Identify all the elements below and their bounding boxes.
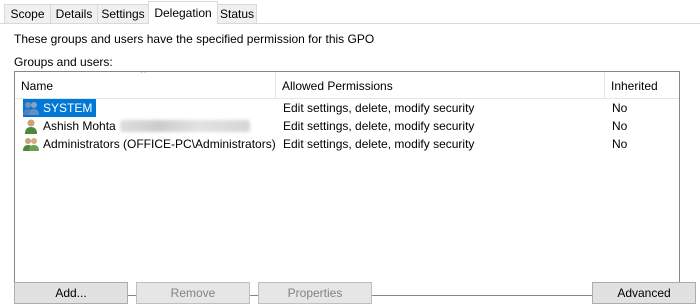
row-name: SYSTEM	[43, 101, 93, 115]
column-header-name[interactable]: Name	[15, 72, 275, 98]
group-icon	[23, 100, 39, 116]
tab-scope[interactable]: Scope	[4, 4, 51, 23]
tab-settings[interactable]: Settings	[97, 4, 149, 23]
column-header-permissions[interactable]: Allowed Permissions	[276, 72, 604, 98]
remove-button[interactable]: Remove	[136, 282, 250, 304]
column-header-inherited[interactable]: Inherited	[605, 72, 679, 98]
row-name: Ashish Mohta	[43, 119, 116, 133]
redacted-email	[119, 120, 250, 132]
name-cell: SYSTEM	[23, 99, 271, 117]
row-inherited: No	[612, 137, 628, 151]
user-icon	[23, 118, 39, 134]
groups-users-label: Groups and users:	[14, 55, 113, 69]
row-inherited: No	[612, 101, 628, 115]
list-row-administrators[interactable]: Administrators (OFFICE-PC\Administrators…	[15, 135, 679, 153]
list-row-system[interactable]: SYSTEM Edit settings, delete, modify sec…	[15, 99, 679, 117]
name-wrapper: Administrators (OFFICE-PC\Administrators…	[23, 135, 280, 153]
list-header: ^ Name Allowed Permissions Inherited	[15, 72, 679, 99]
tab-status[interactable]: Status	[217, 4, 257, 23]
tab-delegation[interactable]: Delegation	[148, 1, 218, 24]
properties-button[interactable]: Properties	[258, 282, 372, 304]
name-highlight: SYSTEM	[23, 99, 97, 117]
groups-users-list[interactable]: ^ Name Allowed Permissions Inherited SYS…	[14, 71, 680, 296]
tab-details[interactable]: Details	[50, 4, 98, 23]
row-inherited: No	[612, 119, 628, 133]
row-permissions: Edit settings, delete, modify security	[283, 137, 475, 151]
name-wrapper: Ashish Mohta	[23, 117, 254, 135]
group-icon	[23, 136, 39, 152]
tab-strip: Scope Details Settings Delegation Status	[0, 0, 700, 24]
list-row-ashish-mohta[interactable]: Ashish Mohta Edit settings, delete, modi…	[15, 117, 679, 135]
row-permissions: Edit settings, delete, modify security	[283, 101, 475, 115]
row-name: Administrators (OFFICE-PC\Administrators…	[43, 137, 276, 151]
add-button[interactable]: Add...	[14, 282, 128, 304]
advanced-button[interactable]: Advanced	[592, 282, 696, 304]
name-cell: Ashish Mohta	[23, 117, 271, 135]
description-text: These groups and users have the specifie…	[14, 32, 375, 46]
row-permissions: Edit settings, delete, modify security	[283, 119, 475, 133]
delegation-panel: These groups and users have the specifie…	[0, 24, 700, 308]
name-cell: Administrators (OFFICE-PC\Administrators…	[23, 135, 276, 153]
